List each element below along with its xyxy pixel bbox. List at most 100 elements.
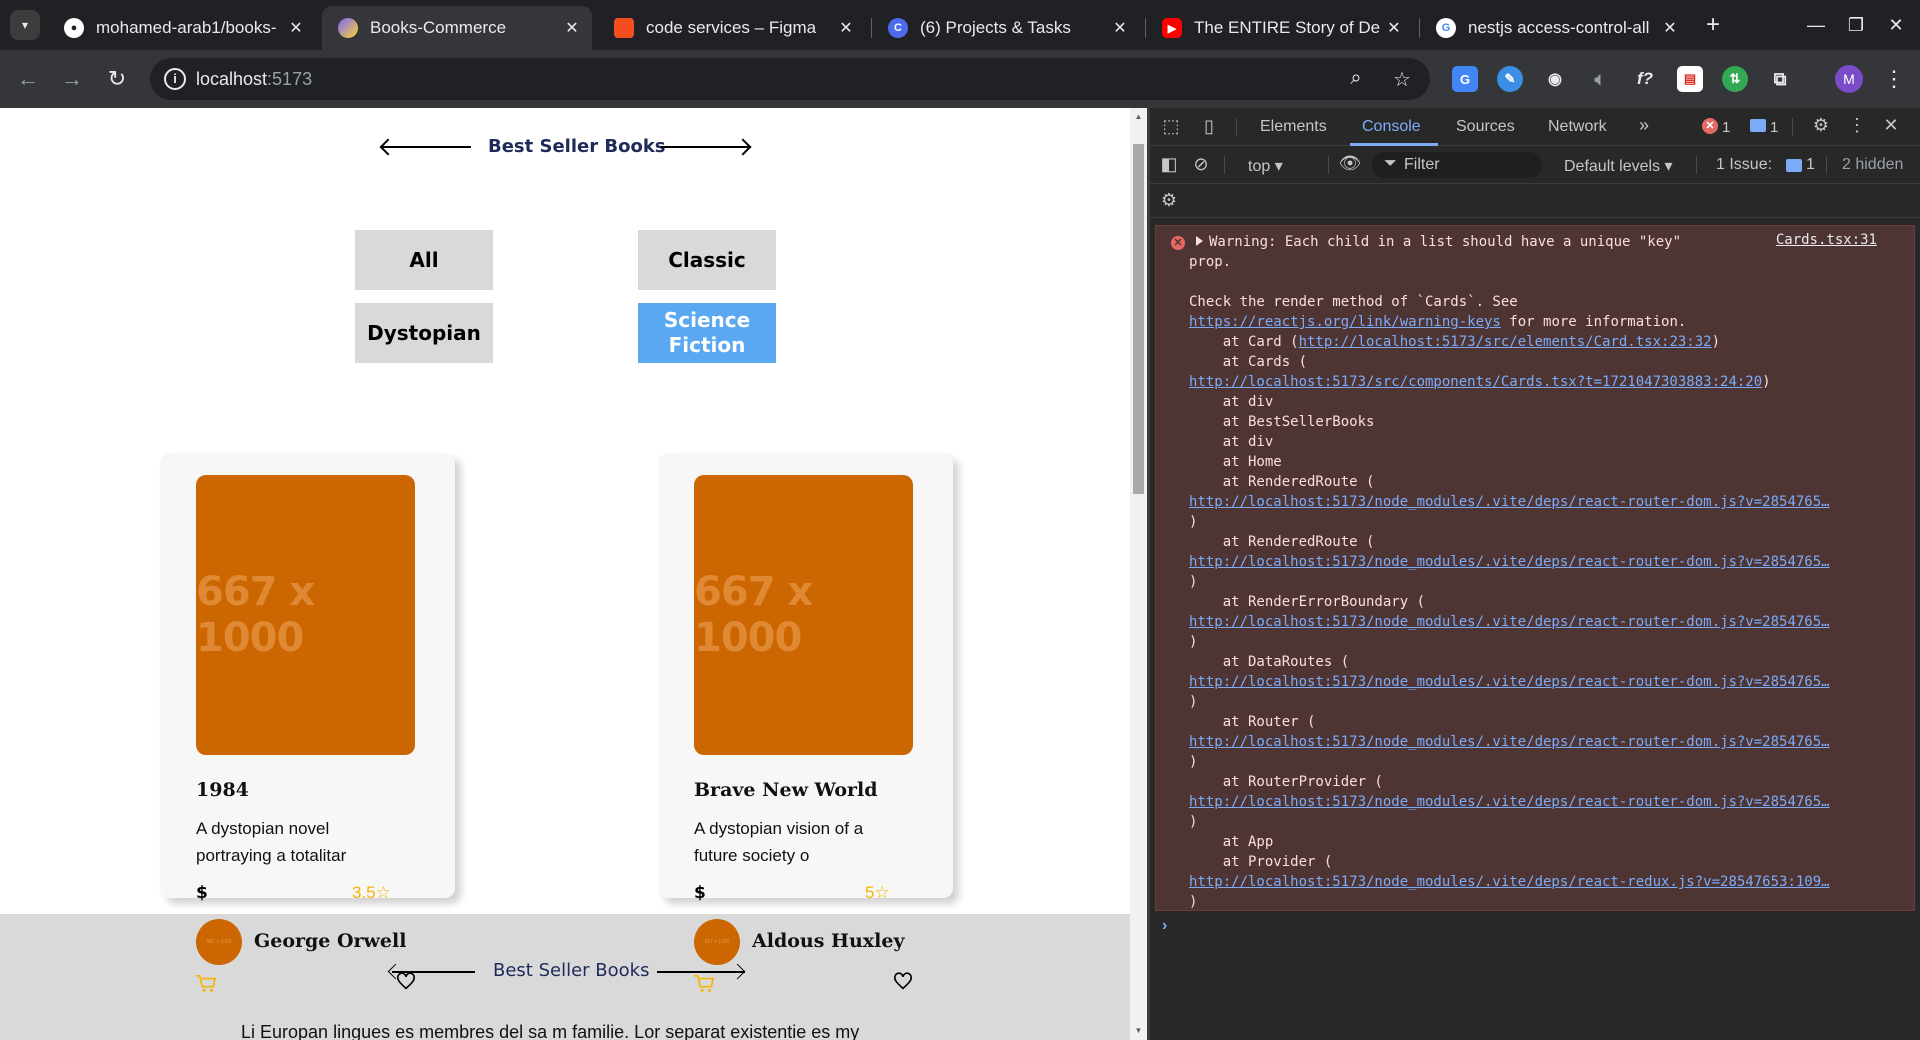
source-link[interactable]: Cards.tsx:31: [1776, 232, 1877, 248]
book-title[interactable]: 1984: [196, 779, 249, 801]
console-prompt-icon[interactable]: ›: [1162, 917, 1167, 935]
console-filter-input[interactable]: ⏷ Filter: [1372, 152, 1542, 178]
console-line-link[interactable]: http://localhost:5173/node_modules/.vite…: [1189, 674, 1830, 690]
close-tab-icon[interactable]: ✕: [1656, 18, 1684, 38]
console-line-link[interactable]: http://localhost:5173/node_modules/.vite…: [1189, 874, 1830, 890]
spy-extension-icon[interactable]: ◉: [1542, 66, 1568, 92]
tab-figma[interactable]: code services – Figma ✕: [598, 6, 866, 50]
author-avatar: 667 x 1000: [694, 919, 740, 965]
bookmark-star-icon[interactable]: ☆: [1390, 67, 1414, 91]
site-info-icon[interactable]: i: [164, 68, 186, 90]
close-tab-icon[interactable]: ✕: [832, 18, 860, 38]
close-window-icon[interactable]: ✕: [1876, 10, 1916, 40]
console-line: http://localhost:5173/src/components/Car…: [1189, 374, 1771, 390]
live-expression-eye-icon[interactable]: 👁︎: [1336, 153, 1364, 174]
device-toolbar-icon[interactable]: ▯: [1198, 116, 1220, 137]
error-count[interactable]: 1: [1722, 119, 1730, 136]
inspect-element-icon[interactable]: ⬚: [1160, 116, 1182, 137]
console-settings-gear-icon[interactable]: ⚙: [1158, 190, 1180, 211]
close-tab-icon[interactable]: ✕: [1380, 18, 1408, 38]
close-tab-icon[interactable]: ✕: [282, 18, 310, 38]
message-count[interactable]: 1: [1770, 119, 1778, 136]
reload-icon[interactable]: ↻: [101, 63, 133, 95]
menu-kebab-icon[interactable]: ⋮: [1878, 63, 1910, 95]
log-levels-value: Default levels: [1564, 158, 1661, 175]
cart-icon[interactable]: [195, 974, 217, 994]
issues-badge-icon[interactable]: [1786, 159, 1802, 172]
console-line-link[interactable]: http://localhost:5173/src/components/Car…: [1189, 374, 1762, 390]
console-line-text: prop.: [1189, 254, 1232, 270]
tab-search-button[interactable]: ▾: [10, 10, 40, 40]
devtools-tab-sources[interactable]: Sources: [1456, 118, 1515, 136]
book-card[interactable]: 667 x 1000 Brave New World A dystopian v…: [658, 453, 953, 898]
scroll-up-arrow-icon[interactable]: ▲: [1133, 112, 1144, 121]
green-extension-icon[interactable]: ⇅: [1722, 66, 1748, 92]
back-arrow-icon[interactable]: ←: [12, 63, 44, 95]
translate-extension-icon[interactable]: G: [1452, 66, 1478, 92]
bird-extension-icon[interactable]: ✎: [1497, 66, 1523, 92]
devtools-tab-network[interactable]: Network: [1548, 118, 1607, 136]
book-title[interactable]: Brave New World: [694, 779, 878, 801]
tab-youtube[interactable]: ▶ The ENTIRE Story of Dex ✕: [1146, 6, 1414, 50]
filter-science-fiction-button[interactable]: Science Fiction: [638, 303, 776, 363]
devtools-tab-console[interactable]: Console: [1362, 118, 1421, 136]
author-name[interactable]: George Orwell: [254, 930, 406, 952]
console-line-link[interactable]: http://localhost:5173/node_modules/.vite…: [1189, 614, 1830, 630]
forward-arrow-icon[interactable]: →: [56, 63, 88, 95]
url-host: localhost: [196, 69, 268, 89]
book-cover-image[interactable]: 667 x 1000: [694, 475, 913, 755]
console-line-link[interactable]: http://localhost:5173/node_modules/.vite…: [1189, 794, 1830, 810]
tab-github[interactable]: ● mohamed-arab1/books- ✕: [48, 6, 316, 50]
console-line-link[interactable]: https://reactjs.org/link/warning-keys: [1189, 314, 1501, 330]
pdf-extension-icon[interactable]: ▤: [1677, 66, 1703, 92]
devtools-tab-elements[interactable]: Elements: [1260, 118, 1327, 136]
page-scrollbar[interactable]: ▲ ▼: [1130, 108, 1147, 1040]
scroll-down-arrow-icon[interactable]: ▼: [1133, 1026, 1144, 1035]
tab-projects[interactable]: C (6) Projects & Tasks ✕: [872, 6, 1140, 50]
error-badge-icon[interactable]: ✕: [1702, 118, 1718, 134]
profile-avatar[interactable]: M: [1835, 65, 1863, 93]
console-line-link[interactable]: http://localhost:5173/node_modules/.vite…: [1189, 554, 1830, 570]
separator: [1826, 156, 1827, 174]
close-devtools-icon[interactable]: ✕: [1880, 115, 1902, 136]
sound-extension-icon[interactable]: 🔈︎: [1587, 66, 1613, 92]
heart-icon[interactable]: [396, 972, 416, 990]
more-tabs-chevron-icon[interactable]: »: [1634, 115, 1654, 136]
expand-triangle-icon[interactable]: [1196, 236, 1203, 246]
console-line-link[interactable]: http://localhost:5173/node_modules/.vite…: [1189, 734, 1830, 750]
console-line-link[interactable]: http://localhost:5173/node_modules/.vite…: [1189, 494, 1830, 510]
clear-console-icon[interactable]: ⊘: [1190, 154, 1212, 175]
close-tab-icon[interactable]: ✕: [1106, 18, 1134, 38]
filter-classic-button[interactable]: Classic: [638, 230, 776, 290]
console-error-message[interactable]: ✕ Cards.tsx:31 Warning: Each child in a …: [1155, 225, 1915, 911]
filter-all-button[interactable]: All: [355, 230, 493, 290]
url-text: localhost:5173: [196, 69, 312, 90]
restore-icon[interactable]: ❐: [1836, 10, 1876, 40]
context-selector[interactable]: top ▾: [1248, 156, 1283, 176]
tab-google[interactable]: G nestjs access-control-all ✕: [1420, 6, 1690, 50]
console-line-link[interactable]: http://localhost:5173/src/elements/Card.…: [1299, 334, 1712, 350]
author-name[interactable]: Aldous Huxley: [752, 930, 904, 952]
filter-dystopian-button[interactable]: Dystopian: [355, 303, 493, 363]
address-bar[interactable]: i localhost:5173 ⌕ ☆: [150, 58, 1430, 100]
star-icon: ☆: [874, 883, 890, 902]
book-cover-image[interactable]: 667 x 1000: [196, 475, 415, 755]
devtools-menu-kebab-icon[interactable]: ⋮: [1848, 115, 1866, 136]
cart-icon[interactable]: [693, 974, 715, 994]
scrollbar-thumb[interactable]: [1133, 144, 1144, 494]
message-badge-icon[interactable]: [1750, 119, 1766, 132]
minimize-icon[interactable]: —: [1796, 10, 1836, 40]
issues-count[interactable]: 1: [1806, 156, 1815, 174]
close-tab-icon[interactable]: ✕: [558, 18, 586, 38]
heart-icon[interactable]: [893, 972, 913, 990]
issues-link[interactable]: 1 Issue:: [1716, 156, 1772, 174]
settings-gear-icon[interactable]: ⚙: [1810, 115, 1832, 136]
extensions-puzzle-icon[interactable]: ⧉: [1767, 66, 1793, 92]
zoom-icon[interactable]: ⌕: [1344, 67, 1368, 91]
font-extension-icon[interactable]: f?: [1632, 66, 1658, 92]
sidebar-toggle-icon[interactable]: ◧: [1158, 154, 1180, 175]
log-levels-dropdown[interactable]: Default levels ▾: [1564, 156, 1673, 176]
book-card[interactable]: 667 x 1000 1984 A dystopian novel portra…: [160, 453, 455, 898]
tab-books-commerce[interactable]: Books-Commerce ✕: [322, 6, 592, 50]
new-tab-plus-icon[interactable]: +: [1698, 10, 1728, 40]
